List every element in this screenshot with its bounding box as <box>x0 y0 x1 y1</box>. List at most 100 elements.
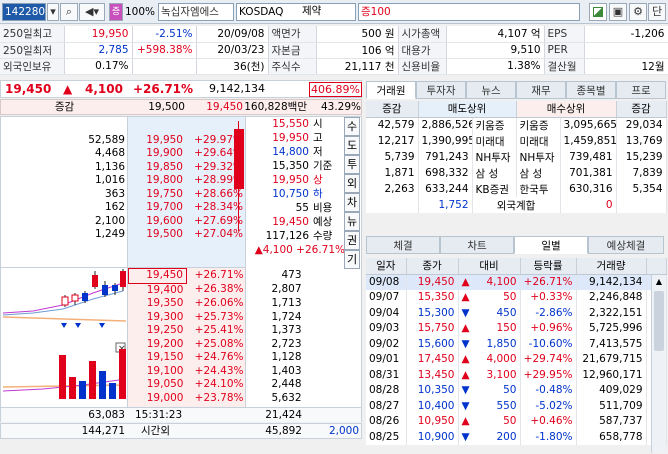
daily-tabs: 체결 차트 일별 예상체결 <box>366 236 666 255</box>
info-label: 자본금 <box>268 42 317 59</box>
side-button[interactable]: 기 <box>344 250 360 269</box>
info-value: 4,107 억 <box>446 26 545 43</box>
broker-name[interactable]: 미래대 <box>472 133 517 149</box>
ask-price[interactable]: 19,850 <box>128 161 186 175</box>
bid-price[interactable]: 19,000 <box>129 392 187 406</box>
broker-row: 1,871 698,332 삼 성삼 성 701,381 7,839 <box>366 165 667 181</box>
chart-view-icon[interactable] <box>589 3 607 21</box>
daily-row[interactable]: 08/26 10,950 ▲ 50 +0.46% 587,737 <box>366 413 667 429</box>
tab-investor[interactable]: 투자자 <box>416 81 466 99</box>
ask-qty: 1,249 <box>94 228 125 240</box>
daily-row[interactable]: 08/31 13,450 ▲ 3,100 +29.95% 12,960,171 <box>366 367 667 383</box>
side-button[interactable]: 차 <box>344 193 360 212</box>
tab-chart[interactable]: 차트 <box>440 236 514 254</box>
scroll-thumb[interactable] <box>654 291 664 351</box>
tab-broker[interactable]: 거래원 <box>366 81 416 99</box>
dan-button[interactable]: 단 <box>648 3 666 21</box>
tab-news[interactable]: 뉴스 <box>466 81 516 99</box>
tab-daily[interactable]: 일별 <box>514 236 588 254</box>
broker-name[interactable]: KB증권 <box>472 181 517 197</box>
code-dropdown-icon[interactable]: ▾ <box>47 3 59 21</box>
ask-price[interactable]: 19,900 <box>128 147 186 161</box>
ask-price[interactable]: 19,500 <box>128 228 186 242</box>
info-value: 20/03/23 <box>196 42 269 59</box>
daily-volume: 21,679,715 <box>576 351 647 367</box>
info-value: 12월 <box>584 58 668 75</box>
bid-price[interactable]: 19,050 <box>129 378 187 392</box>
daily-change: ▼ 50 <box>458 382 521 398</box>
tab-finance[interactable]: 재무 <box>516 81 566 99</box>
broker-name[interactable]: 한국투 <box>516 181 561 197</box>
stock-code-input[interactable]: 142280 <box>2 3 46 21</box>
daily-date: 09/01 <box>366 351 407 367</box>
info-value <box>132 58 197 75</box>
broker-name[interactable]: 삼 성 <box>516 165 561 181</box>
info-value: 19,950 <box>64 26 133 43</box>
bid-price[interactable]: 19,150 <box>129 351 187 365</box>
ask-price[interactable]: 19,700 <box>128 201 186 215</box>
info-label: 시가총액 <box>398 26 447 43</box>
tab-program[interactable]: 프로 <box>616 81 666 99</box>
margin-rate-field: 증100 <box>358 3 580 21</box>
daily-row[interactable]: 08/28 10,350 ▼ 50 -0.48% 409,029 <box>366 382 667 398</box>
broker-name[interactable]: 삼 성 <box>472 165 517 181</box>
ask-price[interactable]: 19,800 <box>128 174 186 188</box>
window-icon[interactable]: ▣ <box>609 3 627 21</box>
bid-qty: 1,403 <box>271 364 302 377</box>
broker-name[interactable]: 키움증 <box>472 117 517 133</box>
info-label: EPS <box>544 26 585 43</box>
stock-name-field[interactable]: 녹십자엠에스 <box>158 3 234 21</box>
search-icon[interactable]: ⌕ <box>60 3 78 21</box>
ask-price[interactable]: 19,950 <box>128 134 186 148</box>
scroll-up-icon[interactable]: ▲ <box>652 275 666 289</box>
side-button[interactable]: 뉴 <box>344 212 360 231</box>
daily-row[interactable]: 08/27 10,400 ▼ 550 -5.02% 511,709 <box>366 398 667 414</box>
bid-rate: +24.76% <box>194 351 244 363</box>
tab-expected[interactable]: 예상체결 <box>588 236 664 254</box>
daily-row[interactable]: 09/02 15,600 ▼ 1,850 -10.60% 7,413,575 <box>366 336 667 352</box>
tab-by-stock[interactable]: 종목별 <box>566 81 616 99</box>
ask-qty <box>1 120 128 134</box>
ask-price[interactable]: 19,750 <box>128 188 186 202</box>
bid-price[interactable]: 19,250 <box>129 324 187 338</box>
ask-price[interactable]: 19,600 <box>128 215 186 229</box>
bid-qty: 5,632 <box>271 391 302 404</box>
foreign-label: 외국계합 <box>472 197 561 213</box>
daily-change: ▲ 50 <box>458 413 521 429</box>
daily-rate: +29.74% <box>520 351 577 367</box>
gear-icon[interactable]: ⚙ <box>629 3 647 21</box>
side-button[interactable]: 외 <box>344 174 360 193</box>
summary-row: 19,950 고 <box>272 132 323 144</box>
info-label: 결산월 <box>544 58 585 75</box>
col-header: 매수상위 <box>516 101 617 118</box>
daily-row[interactable]: 09/07 15,350 ▲ 50 +0.33% 2,246,848 <box>366 289 667 305</box>
broker-name[interactable]: NH투자 <box>472 149 517 165</box>
bid-price[interactable]: 19,400 <box>129 283 187 297</box>
daily-scrollbar[interactable]: ▲ <box>651 275 666 453</box>
daily-row[interactable]: 09/08 19,450 ▲ 4,100 +26.71% 9,142,134 <box>366 274 667 290</box>
daily-row[interactable]: 09/01 17,450 ▲ 4,000 +29.74% 21,679,715 <box>366 351 667 367</box>
broker-row: 42,579 2,886,526 키움증 키움증 3,095,665 29,034 <box>366 117 667 133</box>
side-button[interactable]: 투 <box>344 155 360 174</box>
side-button[interactable]: 권 <box>344 231 360 250</box>
broker-name[interactable]: NH투자 <box>516 149 561 165</box>
daily-close: 19,450 <box>406 274 459 290</box>
side-button[interactable]: 도 <box>344 136 360 155</box>
daily-row[interactable]: 09/04 15,300 ▼ 450 -2.86% 2,322,151 <box>366 305 667 321</box>
bid-price[interactable]: 19,300 <box>129 311 187 325</box>
speaker-icon[interactable]: ◀▾ <box>79 3 105 21</box>
bid-price[interactable]: 19,450 <box>128 268 187 284</box>
broker-name[interactable]: 미래대 <box>516 133 561 149</box>
bid-price[interactable]: 19,350 <box>129 297 187 311</box>
broker-name[interactable]: 키움증 <box>516 117 561 133</box>
daily-row[interactable]: 08/25 10,900 ▼ 200 -1.80% 658,778 <box>366 429 667 445</box>
summary-row: 19,950 상 <box>272 174 323 186</box>
ask-qty: 52,589 <box>88 133 125 146</box>
side-button[interactable]: 수 <box>344 117 360 136</box>
bid-row: 19,200 +25.08% 2,723 <box>129 338 362 352</box>
bid-price[interactable]: 19,100 <box>129 365 187 379</box>
bid-price[interactable]: 19,200 <box>129 338 187 352</box>
tab-trades[interactable]: 체결 <box>366 236 440 254</box>
daily-row[interactable]: 09/03 15,750 ▲ 150 +0.96% 5,725,996 <box>366 320 667 336</box>
ask-price[interactable] <box>128 120 186 134</box>
